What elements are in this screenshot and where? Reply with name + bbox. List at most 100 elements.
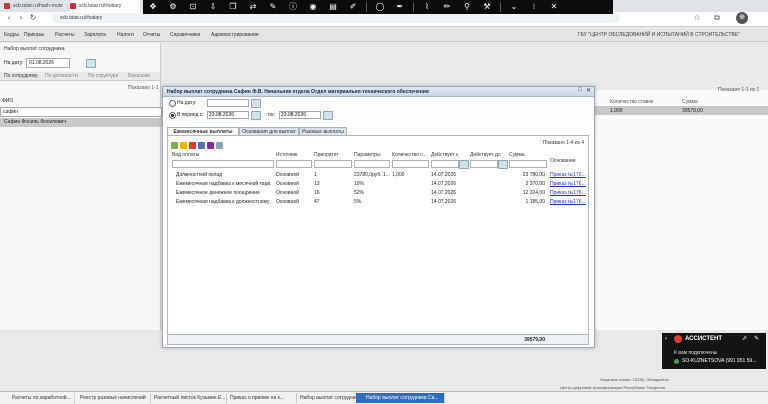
menu-item-prikazy[interactable]: Приказы	[24, 32, 44, 38]
chevron-right-icon[interactable]: ›	[665, 336, 667, 342]
menu-item-otchety[interactable]: Отчеты	[143, 32, 160, 38]
pen-icon[interactable]: ✎	[263, 0, 283, 14]
wrench-icon[interactable]: ⚒	[477, 0, 497, 14]
maximize-icon[interactable]: □	[578, 87, 582, 93]
refresh-icon[interactable]	[216, 142, 223, 149]
copy-icon[interactable]: ❐	[223, 0, 243, 14]
table-row[interactable]: Должностной оклад Основной 1 23780,0руб.…	[168, 170, 588, 179]
filter-input[interactable]	[314, 160, 352, 168]
fio-filter-input[interactable]: сафин	[0, 107, 162, 117]
profile-avatar[interactable]: ⊕	[736, 12, 748, 24]
dialog-title-bar[interactable]: Набор выплат сотрудника Сафин Ф.В. Начал…	[163, 87, 594, 97]
document-icon[interactable]: ▤	[323, 0, 343, 14]
brush-icon[interactable]: ⌇	[417, 0, 437, 14]
extensions-icon[interactable]: ⧉	[712, 13, 722, 23]
period-from-input[interactable]	[207, 111, 249, 119]
column-header[interactable]: Параметры	[354, 152, 381, 158]
tab-vacancies[interactable]: Вакансии	[128, 73, 150, 79]
column-header[interactable]: Действует с	[431, 152, 459, 158]
column-header[interactable]: Приоритет	[314, 152, 339, 158]
edit-icon[interactable]: ✎	[754, 335, 759, 342]
column-header[interactable]: Вид оплаты	[172, 152, 199, 158]
table-row[interactable]: Ежемесячное денежное поощрение Основной …	[168, 188, 588, 197]
column-header[interactable]: Действует до	[470, 152, 501, 158]
menu-item-raschety[interactable]: Расчеты	[55, 32, 75, 38]
column-header[interactable]: Источник	[276, 152, 297, 158]
filter-input[interactable]	[392, 160, 429, 168]
close-icon[interactable]: ✕	[544, 0, 564, 14]
share-icon[interactable]: ⇄	[243, 0, 263, 14]
copy-icon[interactable]	[198, 142, 205, 149]
edit-icon[interactable]: ✐	[343, 0, 363, 14]
close-icon[interactable]: ✕	[586, 87, 591, 94]
taskbar-item[interactable]: Приказ о приеме на к...	[220, 393, 297, 403]
move-icon[interactable]: ✥	[143, 0, 163, 14]
calendar-icon[interactable]	[459, 160, 469, 169]
calendar-icon[interactable]	[498, 160, 508, 169]
calendar-icon[interactable]	[251, 111, 261, 120]
chat-bubble-icon[interactable]: ◯	[370, 0, 390, 14]
browser-tab[interactable]: scb.tatar.ru/hash-route	[4, 0, 64, 12]
table-row[interactable]: Ежемесячная надбавка к месячной тари... …	[168, 179, 588, 188]
date-field[interactable]: 01.08.2026	[26, 58, 70, 68]
paste-icon[interactable]: ⊡	[183, 0, 203, 14]
filter-input[interactable]	[276, 160, 312, 168]
filter-input[interactable]	[354, 160, 390, 168]
url-field[interactable]: scb.tatar.ru/#salary	[52, 13, 620, 23]
filter-input[interactable]	[470, 160, 498, 168]
right-selected-row[interactable]: 1,000 39579,00	[590, 106, 768, 115]
basis-link[interactable]: Приказ №176...	[550, 199, 586, 205]
taskbar-item[interactable]: Реестр разовых начислений	[70, 393, 151, 403]
basis-link[interactable]: Приказ №176...	[550, 172, 586, 178]
taskbar-item[interactable]: Расчеты по заработной...	[2, 393, 75, 403]
calendar-icon[interactable]	[251, 99, 261, 108]
settings-icon[interactable]: ⚙	[163, 0, 183, 14]
column-header[interactable]: Сумма	[509, 152, 525, 158]
employee-row[interactable]: Сафин Фосиль Фосилевич	[0, 118, 164, 127]
forward-icon[interactable]: ›	[16, 13, 26, 23]
menu-item-spravochniki[interactable]: Справочники	[170, 32, 200, 38]
table-row[interactable]: Ежемесячная надбавка к должностному ... …	[168, 197, 588, 206]
basis-link[interactable]: Приказ №176...	[550, 190, 586, 196]
tab-by-structure[interactable]: По структуре	[88, 73, 118, 79]
menu-item-kadry[interactable]: Кадры	[4, 32, 19, 38]
taskbar-item-active[interactable]: Набор выплат сотрудника Са...	[356, 393, 445, 403]
taskbar-item[interactable]: Расчетный листок Кузьмин Е...	[144, 393, 227, 403]
add-icon[interactable]	[171, 142, 178, 149]
back-icon[interactable]: ‹	[4, 13, 14, 23]
column-header[interactable]: Количество с...	[392, 152, 427, 158]
period-to-input[interactable]	[279, 111, 321, 119]
on-date-radio[interactable]	[169, 100, 176, 107]
filter-input[interactable]	[509, 160, 547, 168]
on-date-input[interactable]	[207, 99, 249, 107]
print-icon[interactable]	[207, 142, 214, 149]
highlighter-icon[interactable]: ✏	[437, 0, 457, 14]
share-icon[interactable]: ⇗	[742, 335, 747, 342]
collapse-icon[interactable]: ⌄	[504, 0, 524, 14]
assistant-chat-widget[interactable]: › ассистент ⇗ ✎ К вам подключены SO-KUZN…	[662, 333, 766, 369]
save-icon[interactable]: ⇩	[203, 0, 223, 14]
menu-item-zarplata[interactable]: Зарплата	[84, 32, 106, 38]
calendar-icon[interactable]	[323, 111, 333, 120]
period-radio[interactable]	[169, 112, 176, 119]
menu-item-nalogi[interactable]: Налоги	[117, 32, 134, 38]
browser-tab-active[interactable]: scb.tatar.ru/#salary	[70, 0, 140, 12]
reload-icon[interactable]: ↻	[28, 13, 38, 23]
marker-icon[interactable]: ✒	[390, 0, 410, 14]
record-icon[interactable]: ◉	[303, 0, 323, 14]
tab-by-position[interactable]: По должности	[45, 73, 78, 79]
grid-icon[interactable]: ⁝	[524, 0, 544, 14]
taskbar-item[interactable]: Набор выплат сотрудника	[290, 393, 363, 403]
basis-link[interactable]: Приказ №176...	[550, 181, 586, 187]
filter-input[interactable]	[431, 160, 459, 168]
info-icon[interactable]: ⓘ	[283, 0, 303, 14]
column-header[interactable]: Основание	[550, 158, 576, 164]
star-icon[interactable]: ☆	[692, 13, 702, 23]
calendar-icon[interactable]	[86, 59, 96, 68]
edit-icon[interactable]	[180, 142, 187, 149]
pin-icon[interactable]: ⚲	[457, 0, 477, 14]
menu-item-administrirovanie[interactable]: Администрирование	[211, 32, 259, 38]
delete-icon[interactable]	[189, 142, 196, 149]
tab-by-employee[interactable]: По сотруднику	[4, 73, 38, 79]
filter-input[interactable]	[172, 160, 274, 168]
